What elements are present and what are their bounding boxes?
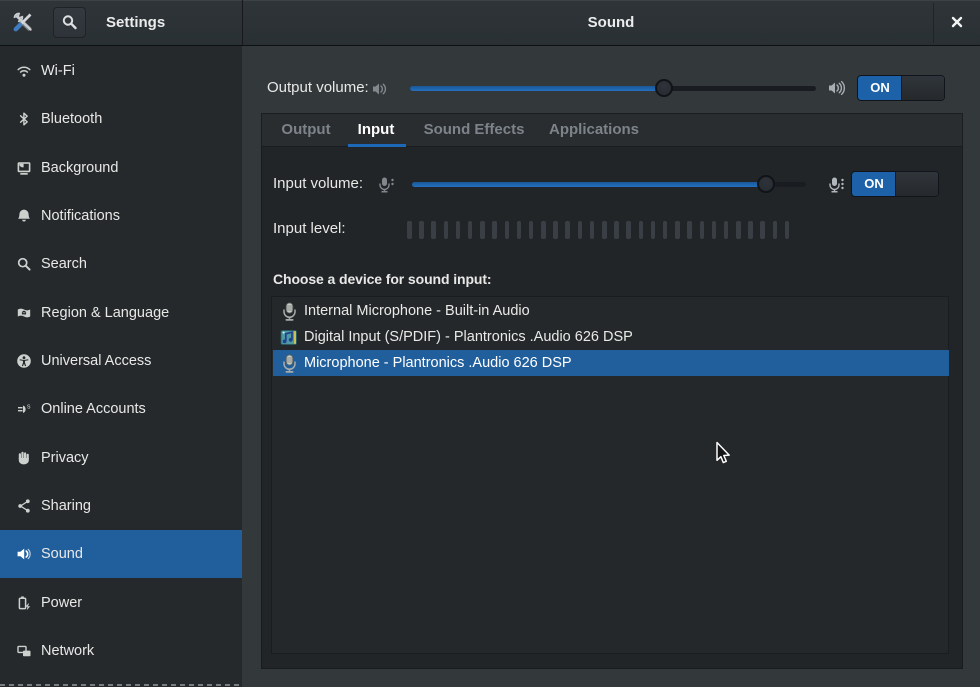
svg-text:s: s	[27, 404, 31, 411]
